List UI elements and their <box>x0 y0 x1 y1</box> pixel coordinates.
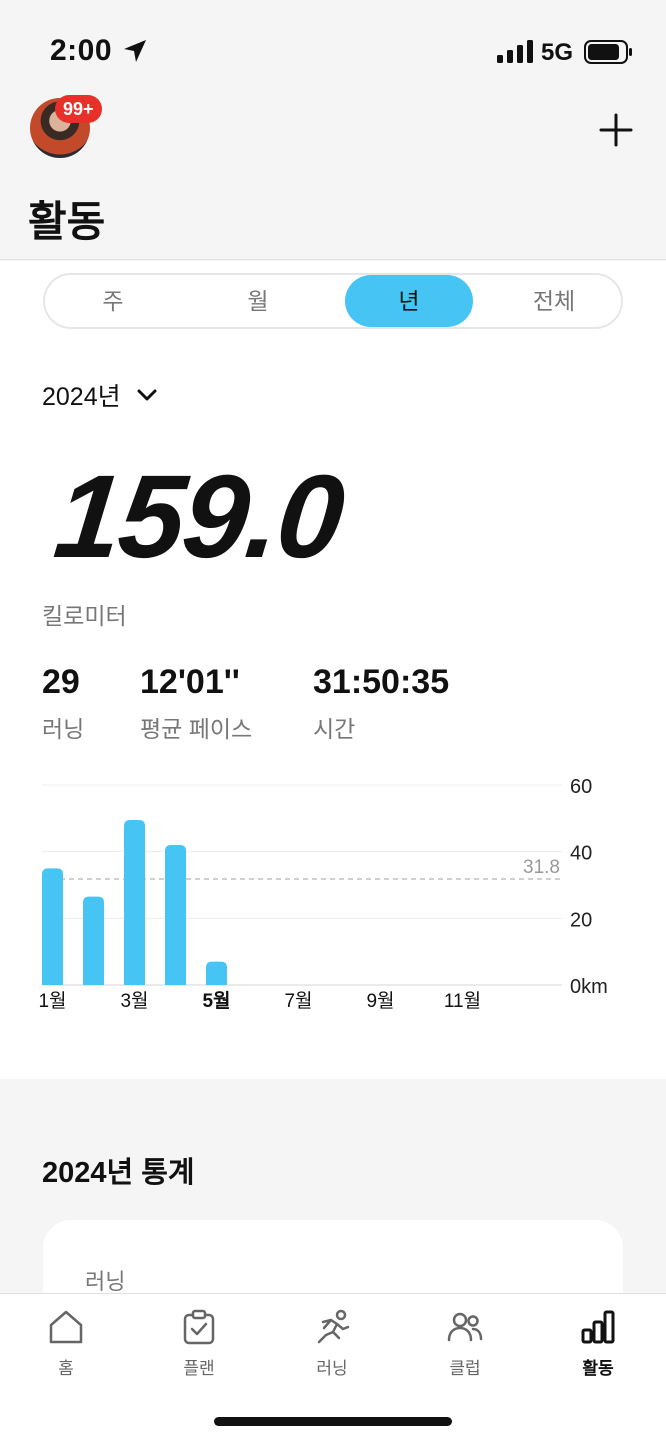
bar-2월 <box>83 896 104 985</box>
tab-month[interactable]: 월 <box>195 275 321 327</box>
main-content: 주 월 년 전체 2024년 159.0 킬로미터 29 러닝 12'01'' … <box>0 261 666 1079</box>
bar-3월 <box>124 820 145 985</box>
plan-icon <box>183 1309 215 1345</box>
year-dropdown-label: 2024년 <box>42 383 121 411</box>
activity-icon <box>581 1310 615 1344</box>
y-tick-label: 40 <box>570 843 592 865</box>
tabbar-run[interactable]: 러닝 <box>282 1308 382 1379</box>
tabbar-plan[interactable]: 플랜 <box>149 1308 249 1379</box>
tab-year[interactable]: 년 <box>345 275 473 327</box>
tabbar-club-label: 클럽 <box>449 1359 481 1378</box>
y-tick-label: 20 <box>570 909 592 931</box>
page-title: 활동 <box>28 198 106 245</box>
period-segmented-control: 주 월 년 전체 <box>43 273 623 329</box>
year-dropdown[interactable]: 2024년 <box>42 377 159 413</box>
x-tick-label: 9월 <box>366 990 394 1012</box>
stat-pace-value: 12'01'' <box>140 663 240 701</box>
yearly-stats-title: 2024년 통계 <box>42 1157 195 1189</box>
yearly-stats-section: 2024년 통계 러닝 <box>0 1079 666 1340</box>
tabbar-home[interactable]: 홈 <box>16 1308 116 1379</box>
distance-unit: 킬로미터 <box>42 603 127 629</box>
bar-4월 <box>165 845 186 985</box>
tabbar-activity-label: 활동 <box>582 1359 614 1378</box>
x-tick-label: 1월 <box>38 990 66 1012</box>
home-indicator <box>214 1417 452 1426</box>
x-tick-label: 11월 <box>444 990 481 1012</box>
stat-time-value: 31:50:35 <box>313 663 450 701</box>
notification-badge: 99+ <box>55 95 102 123</box>
plus-icon[interactable] <box>598 112 634 148</box>
total-distance: 159.0 <box>49 451 349 583</box>
tabbar-home-label: 홈 <box>58 1359 74 1378</box>
stat-pace: 12'01'' 평균 페이스 <box>140 663 252 744</box>
y-tick-label: 60 <box>570 776 592 798</box>
bottom-tab-bar: 홈 플랜 러닝 클럽 활동 <box>0 1293 666 1440</box>
tabbar-plan-label: 플랜 <box>183 1359 215 1378</box>
bar-1월 <box>42 868 63 985</box>
x-tick-label: 3월 <box>120 990 148 1012</box>
tab-all[interactable]: 전체 <box>491 275 617 327</box>
stat-pace-label: 평균 페이스 <box>140 716 253 742</box>
location-arrow-icon <box>124 40 146 62</box>
x-tick-label: 5월 <box>202 990 230 1012</box>
signal-icon <box>497 40 533 63</box>
chevron-down-icon <box>137 389 157 401</box>
network-type: 5G <box>541 39 574 66</box>
y-tick-label: 0km <box>570 976 608 998</box>
tabbar-run-label: 러닝 <box>316 1359 348 1378</box>
status-bar: 2:00 5G <box>0 0 666 90</box>
stat-runs: 29 러닝 <box>42 663 84 744</box>
tabbar-club[interactable]: 클럽 <box>415 1308 515 1379</box>
run-icon <box>317 1309 350 1344</box>
stat-runs-label: 러닝 <box>42 716 85 742</box>
header: 99+ 활동 <box>0 90 666 260</box>
tabbar-activity[interactable]: 활동 <box>548 1308 648 1379</box>
battery-icon <box>584 40 632 64</box>
stat-time: 31:50:35 시간 <box>313 663 449 744</box>
monthly-distance-chart: 0km 20 40 60 31.8 1월 3월 5월 7월 9월 11월 <box>38 776 608 1012</box>
tab-week[interactable]: 주 <box>53 275 173 327</box>
stat-runs-value: 29 <box>42 663 80 701</box>
bar-5월 <box>206 961 227 985</box>
average-label: 31.8 <box>523 857 560 878</box>
club-icon <box>447 1312 483 1342</box>
stats-card-label: 러닝 <box>85 1269 126 1294</box>
stat-time-label: 시간 <box>313 716 356 742</box>
x-tick-label: 7월 <box>284 990 312 1012</box>
status-time: 2:00 <box>50 34 113 67</box>
home-icon <box>49 1310 83 1344</box>
